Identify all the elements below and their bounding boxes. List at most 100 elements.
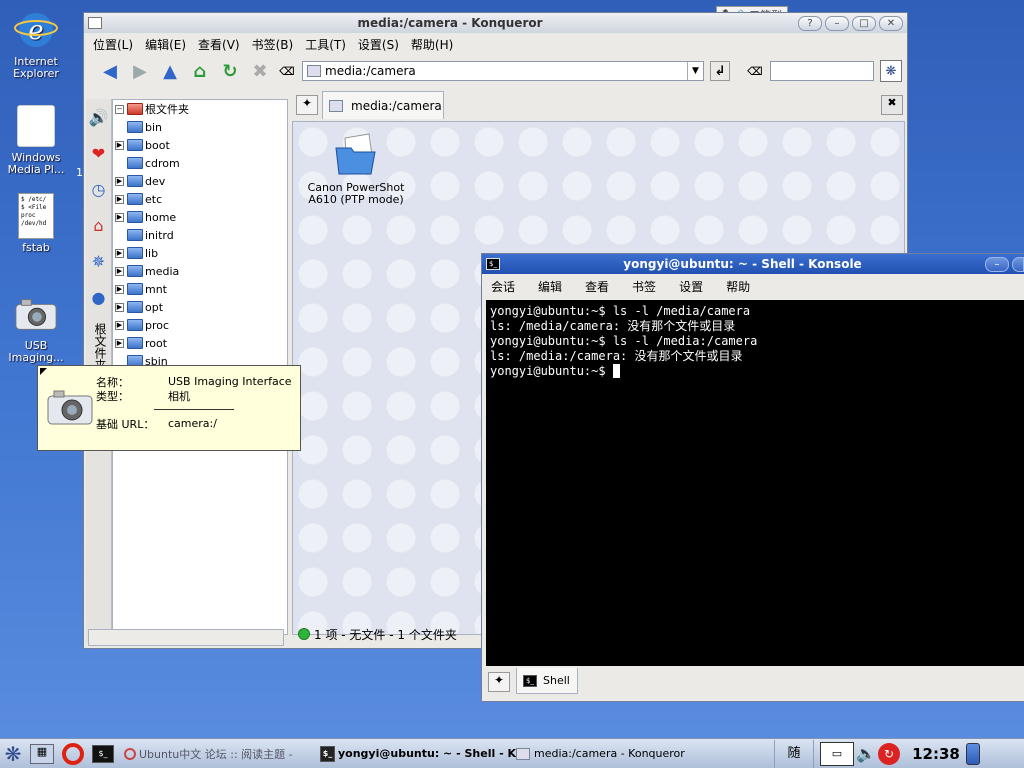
menu-tools[interactable]: 工具(T) bbox=[302, 36, 355, 53]
services-icon[interactable]: ✵ bbox=[86, 243, 111, 279]
konsole-menu-bookmarks[interactable]: 书签 bbox=[629, 278, 676, 295]
expand-icon[interactable]: ▶ bbox=[115, 338, 124, 348]
home-icon[interactable]: ⌂ bbox=[188, 59, 212, 83]
window-menu-icon[interactable] bbox=[88, 17, 102, 29]
camera-folder-item[interactable]: Canon PowerShot A610 (PTP mode) bbox=[301, 130, 411, 206]
history-clock-icon[interactable]: ◷ bbox=[86, 171, 111, 207]
tree-item-etc[interactable]: ▶ etc bbox=[113, 190, 287, 208]
collapse-icon[interactable]: − bbox=[115, 104, 124, 114]
tree-item-home[interactable]: ▶ home bbox=[113, 208, 287, 226]
menu-view[interactable]: 查看(V) bbox=[195, 36, 249, 53]
task-konqueror[interactable]: media:/camera - Konqueror bbox=[516, 742, 774, 766]
minimize-button[interactable]: – bbox=[825, 15, 849, 31]
tree-item-dev[interactable]: ▶ dev bbox=[113, 172, 287, 190]
close-button[interactable]: ✕ bbox=[879, 15, 903, 31]
expand-icon[interactable]: ▶ bbox=[115, 194, 124, 204]
kde-search-icon[interactable]: ❋ bbox=[880, 60, 902, 82]
konsole-menu-edit[interactable]: 编辑 bbox=[535, 278, 582, 295]
expand-icon[interactable]: ▶ bbox=[115, 248, 124, 258]
desktop-icon-usb-imaging[interactable]: USB Imaging... bbox=[0, 292, 72, 364]
tab-media-camera[interactable]: media:/camera bbox=[322, 91, 444, 119]
search-input[interactable] bbox=[770, 61, 874, 81]
opera-icon[interactable] bbox=[62, 742, 84, 765]
tree-item-label: boot bbox=[145, 138, 170, 152]
task-label: media:/camera - Konqueror bbox=[534, 747, 685, 760]
konsole-tab-shell[interactable]: $_ Shell bbox=[516, 668, 578, 694]
forward-arrow-icon[interactable]: ▶ bbox=[128, 59, 152, 83]
location-dropdown-icon[interactable]: ▼ bbox=[687, 62, 703, 80]
clear-location-icon[interactable]: ⌫ bbox=[278, 59, 296, 83]
update-tray-icon[interactable]: ↻ bbox=[878, 742, 900, 765]
up-arrow-icon[interactable]: ▲ bbox=[158, 59, 182, 83]
tree-item-initrd[interactable]: initrd bbox=[113, 226, 287, 244]
help-button[interactable]: ? bbox=[798, 15, 822, 31]
location-value: media:/camera bbox=[325, 64, 416, 78]
tree-item-mnt[interactable]: ▶ mnt bbox=[113, 280, 287, 298]
menu-edit[interactable]: 编辑(E) bbox=[142, 36, 195, 53]
tree-item-label: proc bbox=[145, 318, 170, 332]
reload-icon[interactable]: ↻ bbox=[218, 59, 242, 83]
konsole-menu-help[interactable]: 帮助 bbox=[723, 278, 770, 295]
desktop-icon-ie[interactable]: e Internet Explorer bbox=[0, 8, 72, 80]
konsole-menu-view[interactable]: 查看 bbox=[582, 278, 629, 295]
heart-icon[interactable]: ❤ bbox=[86, 135, 111, 171]
desktop-icon-media-player[interactable]: Windows Media Pl... bbox=[0, 104, 72, 176]
tree-item-boot[interactable]: ▶ boot bbox=[113, 136, 287, 154]
go-icon[interactable]: ↲ bbox=[710, 61, 730, 81]
location-input[interactable]: media:/camera ▼ bbox=[302, 61, 704, 81]
task-konsole[interactable]: $_ yongyi@ubuntu: ~ - Shell - K bbox=[320, 742, 516, 766]
konsole-maximize-button[interactable] bbox=[1012, 256, 1024, 272]
menu-help[interactable]: 帮助(H) bbox=[408, 36, 462, 53]
menu-location[interactable]: 位置(L) bbox=[90, 36, 142, 53]
task-opera-forum[interactable]: Ubuntu中文 论坛 :: 阅读主题 - bbox=[124, 742, 320, 766]
tree-item-proc[interactable]: ▶ proc bbox=[113, 316, 287, 334]
tree-item-media[interactable]: ▶ media bbox=[113, 262, 287, 280]
expand-icon[interactable]: ▶ bbox=[115, 140, 124, 150]
desktop-icon-fstab[interactable]: $ /etc/ $ <File proc /dev/hd fstab bbox=[0, 193, 72, 254]
tree-item-label: cdrom bbox=[145, 156, 180, 170]
clipboard-tray-icon[interactable]: ▭ bbox=[820, 741, 854, 766]
maximize-button[interactable]: □ bbox=[852, 15, 876, 31]
konsole-minimize-button[interactable]: – bbox=[985, 256, 1009, 272]
desktop-switch-icon[interactable]: ▦ bbox=[30, 743, 54, 764]
tree-item-opt[interactable]: ▶ opt bbox=[113, 298, 287, 316]
terminal-area[interactable]: yongyi@ubuntu:~$ ls -l /media/camera ls:… bbox=[486, 300, 1024, 666]
tree-root[interactable]: − 根文件夹 bbox=[113, 100, 287, 118]
back-arrow-icon[interactable]: ◀ bbox=[98, 59, 122, 83]
konsole-menu-session[interactable]: 会话 bbox=[488, 278, 535, 295]
new-tab-icon[interactable]: ✦ bbox=[296, 95, 318, 115]
clear-search-icon[interactable]: ⌫ bbox=[746, 59, 764, 83]
trash-icon[interactable] bbox=[966, 742, 980, 765]
konsole-window-icon[interactable]: $_ bbox=[486, 258, 500, 270]
terminal-line: ls: /media:/camera: 没有那个文件或目录 bbox=[490, 349, 743, 363]
tree-item-label: root bbox=[145, 336, 168, 350]
terminal-launcher-icon[interactable]: $_ bbox=[92, 744, 114, 763]
tree-item-lib[interactable]: ▶ lib bbox=[113, 244, 287, 262]
konsole-menu-settings[interactable]: 设置 bbox=[676, 278, 723, 295]
expand-icon[interactable]: ▶ bbox=[115, 212, 124, 222]
expand-icon[interactable]: ▶ bbox=[115, 266, 124, 276]
tree-item-label: opt bbox=[145, 300, 164, 314]
expand-icon[interactable]: ▶ bbox=[115, 284, 124, 294]
stop-icon[interactable]: ✖ bbox=[248, 59, 272, 83]
expand-icon[interactable]: ▶ bbox=[115, 320, 124, 330]
close-tab-icon[interactable]: ✖ bbox=[881, 95, 903, 115]
camera-icon bbox=[46, 388, 94, 429]
expand-icon[interactable]: ▶ bbox=[115, 302, 124, 312]
ime-tray-button[interactable]: 随 bbox=[774, 739, 814, 768]
tree-item-bin[interactable]: bin bbox=[113, 118, 287, 136]
menu-settings[interactable]: 设置(S) bbox=[355, 36, 408, 53]
clock[interactable]: 12:38 bbox=[908, 745, 964, 763]
tree-item-cdrom[interactable]: cdrom bbox=[113, 154, 287, 172]
network-icon[interactable]: ● bbox=[86, 279, 111, 315]
konqueror-titlebar[interactable]: media:/camera - Konqueror ? – □ ✕ bbox=[84, 13, 907, 33]
speaker-icon[interactable]: 🔊 bbox=[86, 99, 111, 135]
tree-item-root[interactable]: ▶ root bbox=[113, 334, 287, 352]
home-folder-icon[interactable]: ⌂ bbox=[86, 207, 111, 243]
expand-icon[interactable]: ▶ bbox=[115, 176, 124, 186]
volume-icon[interactable]: 🔈 bbox=[854, 744, 878, 763]
menu-bookmarks[interactable]: 书签(B) bbox=[249, 36, 303, 53]
konsole-titlebar[interactable]: $_ yongyi@ubuntu: ~ - Shell - Konsole – bbox=[482, 254, 1024, 274]
kde-menu-icon[interactable]: ❋ bbox=[0, 741, 26, 767]
konsole-new-tab-icon[interactable]: ✦ bbox=[488, 672, 510, 692]
